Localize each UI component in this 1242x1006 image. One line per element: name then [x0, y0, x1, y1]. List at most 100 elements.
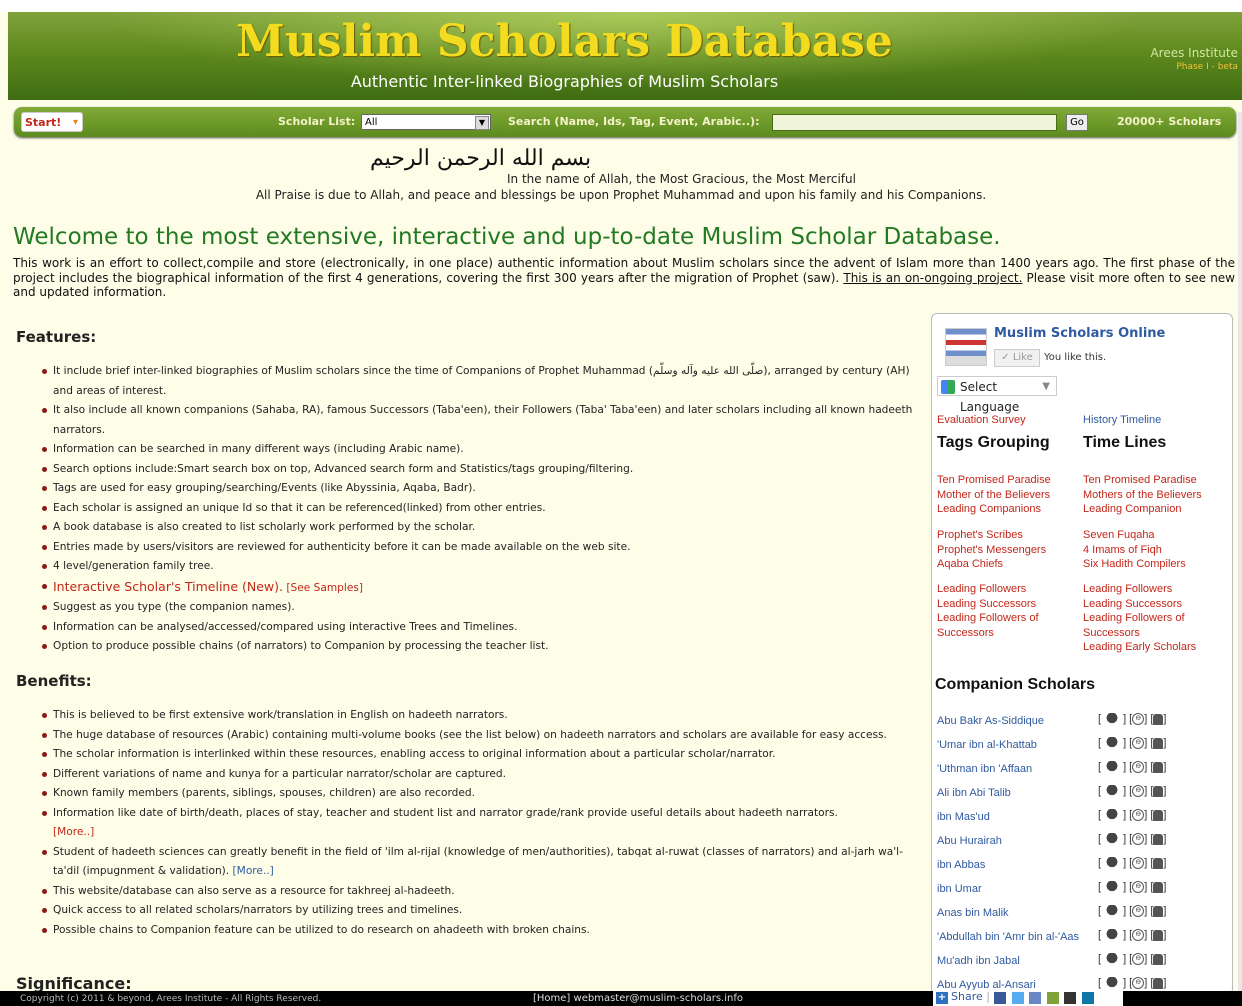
- person-icon[interactable]: [1153, 761, 1164, 773]
- ongoing-project-link[interactable]: This is an on-ongoing project.: [843, 271, 1022, 285]
- companion-link[interactable]: 'Uthman ibn 'Affaan: [937, 763, 1032, 775]
- timeline-icon[interactable]: ⊖: [1132, 809, 1145, 822]
- timeline-link[interactable]: Leading Successors: [1083, 597, 1196, 612]
- person-icon[interactable]: [1153, 977, 1164, 989]
- timeline-icon[interactable]: ⊖: [1132, 881, 1145, 894]
- person-icon[interactable]: [1153, 809, 1164, 821]
- family-tree-icon[interactable]: [1101, 809, 1124, 822]
- family-tree-icon[interactable]: [1101, 881, 1124, 894]
- tag-link[interactable]: Leading Companions: [937, 502, 1051, 517]
- tag-link[interactable]: Aqaba Chiefs: [937, 557, 1046, 572]
- family-tree-icon[interactable]: [1101, 929, 1124, 942]
- tag-link[interactable]: Leading Followers: [937, 582, 1039, 597]
- go-button[interactable]: Go: [1066, 114, 1088, 131]
- institute-name[interactable]: Arees Institute: [1150, 46, 1238, 60]
- tag-link[interactable]: Successors: [937, 626, 1039, 641]
- site-title[interactable]: Muslim Scholars Database: [8, 16, 1121, 67]
- start-menu-button[interactable]: Start! ▾: [21, 112, 83, 132]
- family-tree-icon[interactable]: [1101, 857, 1124, 870]
- timeline-link[interactable]: Six Hadith Compilers: [1083, 557, 1186, 572]
- timeline-icon[interactable]: ⊖: [1132, 857, 1145, 870]
- twitter-icon[interactable]: [1011, 992, 1024, 1004]
- companion-link[interactable]: 'Abdullah bin 'Amr bin al-'Aas: [937, 931, 1079, 943]
- companion-link[interactable]: Anas bin Malik: [937, 907, 1009, 919]
- select-language-dropdown[interactable]: Select Language ▼: [937, 376, 1057, 414]
- timeline-icon[interactable]: ⊖: [1132, 833, 1145, 846]
- facebook-icon[interactable]: [994, 992, 1007, 1004]
- more-link[interactable]: [More..]: [233, 865, 274, 877]
- person-icon[interactable]: [1153, 929, 1164, 941]
- timeline-icon[interactable]: ⊖: [1132, 977, 1145, 990]
- tag-link[interactable]: Leading Successors: [937, 597, 1039, 612]
- companion-icons: [] [⊖] []: [1098, 881, 1167, 894]
- companion-link[interactable]: ibn Mas'ud: [937, 811, 990, 823]
- linkedin-icon[interactable]: [1081, 992, 1094, 1004]
- email-icon[interactable]: [1029, 992, 1042, 1004]
- companion-link[interactable]: ibn Abbas: [937, 859, 985, 871]
- timeline-link[interactable]: Leading Early Scholars: [1083, 640, 1196, 655]
- person-icon[interactable]: [1153, 905, 1164, 917]
- timeline-link[interactable]: Seven Fuqaha: [1083, 528, 1186, 543]
- tag-link[interactable]: Leading Followers of: [937, 611, 1039, 626]
- timeline-link[interactable]: Mothers of the Believers: [1083, 488, 1202, 503]
- person-icon[interactable]: [1153, 833, 1164, 845]
- dropdown-arrow-icon[interactable]: ▼: [475, 116, 489, 130]
- page-scrollbar[interactable]: [1238, 112, 1242, 992]
- timeline-icon[interactable]: ⊖: [1132, 929, 1145, 942]
- family-tree-icon[interactable]: [1101, 833, 1124, 846]
- person-icon[interactable]: [1153, 737, 1164, 749]
- more-link[interactable]: [More..]: [53, 826, 94, 838]
- person-icon[interactable]: [1153, 881, 1164, 893]
- scholar-list-select[interactable]: All ▼: [361, 114, 491, 130]
- person-icon[interactable]: [1153, 953, 1164, 965]
- companion-link[interactable]: Ali ibn Abi Talib: [937, 787, 1011, 799]
- google-icon[interactable]: [1046, 992, 1059, 1004]
- facebook-like-button[interactable]: ✓ Like: [994, 349, 1040, 367]
- family-tree-icon[interactable]: [1101, 737, 1124, 750]
- webmaster-email-link[interactable]: webmaster@muslim-scholars.info: [574, 993, 743, 1004]
- family-tree-icon[interactable]: [1101, 977, 1124, 990]
- dropdown-arrow-icon: ▼: [1042, 381, 1050, 392]
- timeline-icon[interactable]: ⊖: [1132, 761, 1145, 774]
- family-tree-icon[interactable]: [1101, 713, 1124, 726]
- person-icon[interactable]: [1153, 785, 1164, 797]
- timeline-icon[interactable]: ⊖: [1132, 905, 1145, 918]
- family-tree-icon[interactable]: [1101, 785, 1124, 798]
- tag-link[interactable]: Prophet's Scribes: [937, 528, 1046, 543]
- home-link[interactable]: [Home]: [533, 993, 570, 1004]
- companion-link[interactable]: Abu Hurairah: [937, 835, 1002, 847]
- institute-block[interactable]: Arees Institute Phase I - beta: [1150, 46, 1238, 74]
- share-label[interactable]: Share: [951, 990, 983, 1003]
- timeline-link[interactable]: Ten Promised Paradise: [1083, 473, 1202, 488]
- companion-link[interactable]: Mu'adh ibn Jabal: [937, 955, 1020, 967]
- companion-link[interactable]: Abu Bakr As-Siddique: [937, 715, 1044, 727]
- timeline-link[interactable]: Leading Companion: [1083, 502, 1202, 517]
- timeline-icon[interactable]: ⊖: [1132, 953, 1145, 966]
- timeline-icon[interactable]: ⊖: [1132, 713, 1145, 726]
- timeline-link[interactable]: Leading Followers of: [1083, 611, 1196, 626]
- facebook-page-thumbnail[interactable]: [945, 328, 987, 366]
- person-icon[interactable]: [1153, 857, 1164, 869]
- facebook-page-title[interactable]: Muslim Scholars Online: [994, 326, 1165, 341]
- see-samples-link[interactable]: [See Samples]: [286, 582, 363, 594]
- companion-link[interactable]: 'Umar ibn al-Khattab: [937, 739, 1037, 751]
- family-tree-icon[interactable]: [1101, 905, 1124, 918]
- search-input[interactable]: [772, 114, 1057, 131]
- family-tree-icon[interactable]: [1101, 761, 1124, 774]
- timeline-link[interactable]: Successors: [1083, 626, 1196, 641]
- family-tree-icon[interactable]: [1101, 953, 1124, 966]
- history-timeline-link[interactable]: History Timeline: [1083, 414, 1161, 426]
- timeline-link[interactable]: Interactive Scholar's Timeline (New).: [53, 579, 283, 594]
- evaluation-survey-link[interactable]: Evaluation Survey: [937, 414, 1026, 426]
- tag-link[interactable]: Prophet's Messengers: [937, 543, 1046, 558]
- myspace-icon[interactable]: [1064, 992, 1077, 1004]
- timeline-icon[interactable]: ⊖: [1132, 785, 1145, 798]
- timeline-icon[interactable]: ⊖: [1132, 737, 1145, 750]
- tag-link[interactable]: Mother of the Believers: [937, 488, 1051, 503]
- person-icon[interactable]: [1153, 713, 1164, 725]
- timeline-link[interactable]: 4 Imams of Fiqh: [1083, 543, 1186, 558]
- timeline-link[interactable]: Leading Followers: [1083, 582, 1196, 597]
- tag-link[interactable]: Ten Promised Paradise: [937, 473, 1051, 488]
- companion-link[interactable]: ibn Umar: [937, 883, 982, 895]
- plus-icon[interactable]: +: [936, 992, 948, 1004]
